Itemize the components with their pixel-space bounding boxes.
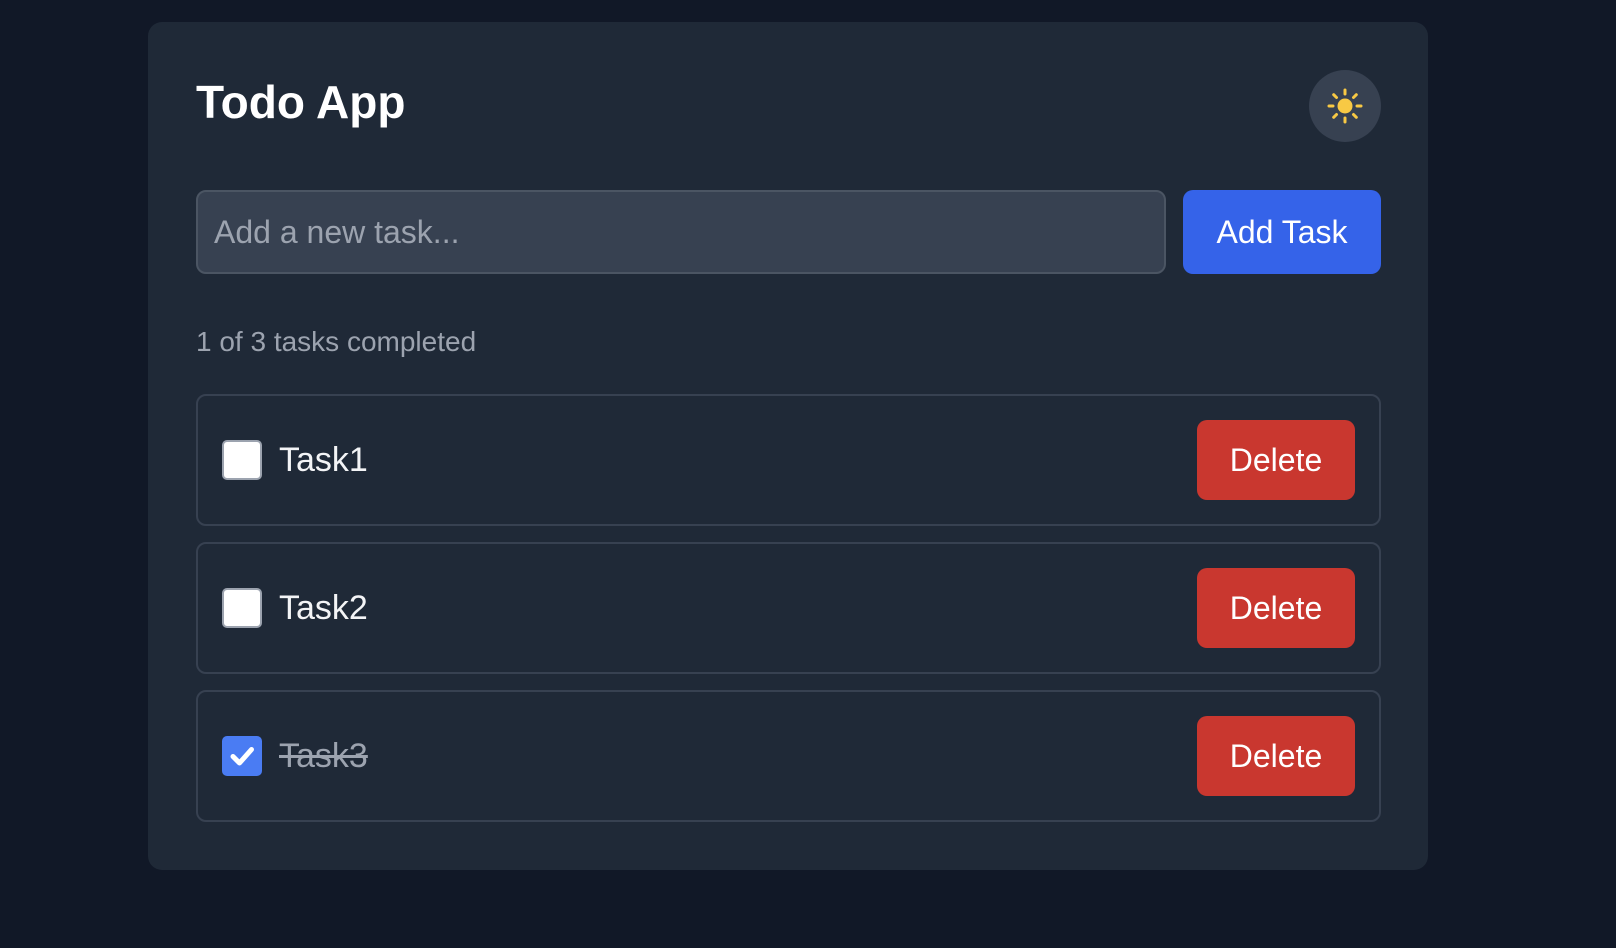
task-label: Task3 xyxy=(279,736,368,775)
app-title: Todo App xyxy=(196,76,406,128)
task-label: Task2 xyxy=(279,588,368,627)
task-checkbox[interactable] xyxy=(222,736,262,776)
theme-toggle-button[interactable] xyxy=(1309,70,1381,142)
task-list: Task1 Delete Task2 Delete Task3 Delete xyxy=(196,394,1381,838)
task-row: Task2 Delete xyxy=(196,542,1381,674)
tasks-completed-summary: 1 of 3 tasks completed xyxy=(196,326,477,357)
task-label: Task1 xyxy=(279,440,368,479)
todo-card: Todo App Add Task 1 of 3 tasks completed xyxy=(148,22,1428,870)
delete-task-button[interactable]: Delete xyxy=(1197,568,1355,648)
add-task-button[interactable]: Add Task xyxy=(1183,190,1381,274)
task-row: Task3 Delete xyxy=(196,690,1381,822)
task-checkbox[interactable] xyxy=(222,440,262,480)
checkmark-icon xyxy=(230,747,254,766)
delete-task-button[interactable]: Delete xyxy=(1197,420,1355,500)
delete-task-button[interactable]: Delete xyxy=(1197,716,1355,796)
task-checkbox[interactable] xyxy=(222,588,262,628)
sun-icon xyxy=(1326,87,1364,125)
task-row: Task1 Delete xyxy=(196,394,1381,526)
new-task-input[interactable] xyxy=(196,190,1166,274)
